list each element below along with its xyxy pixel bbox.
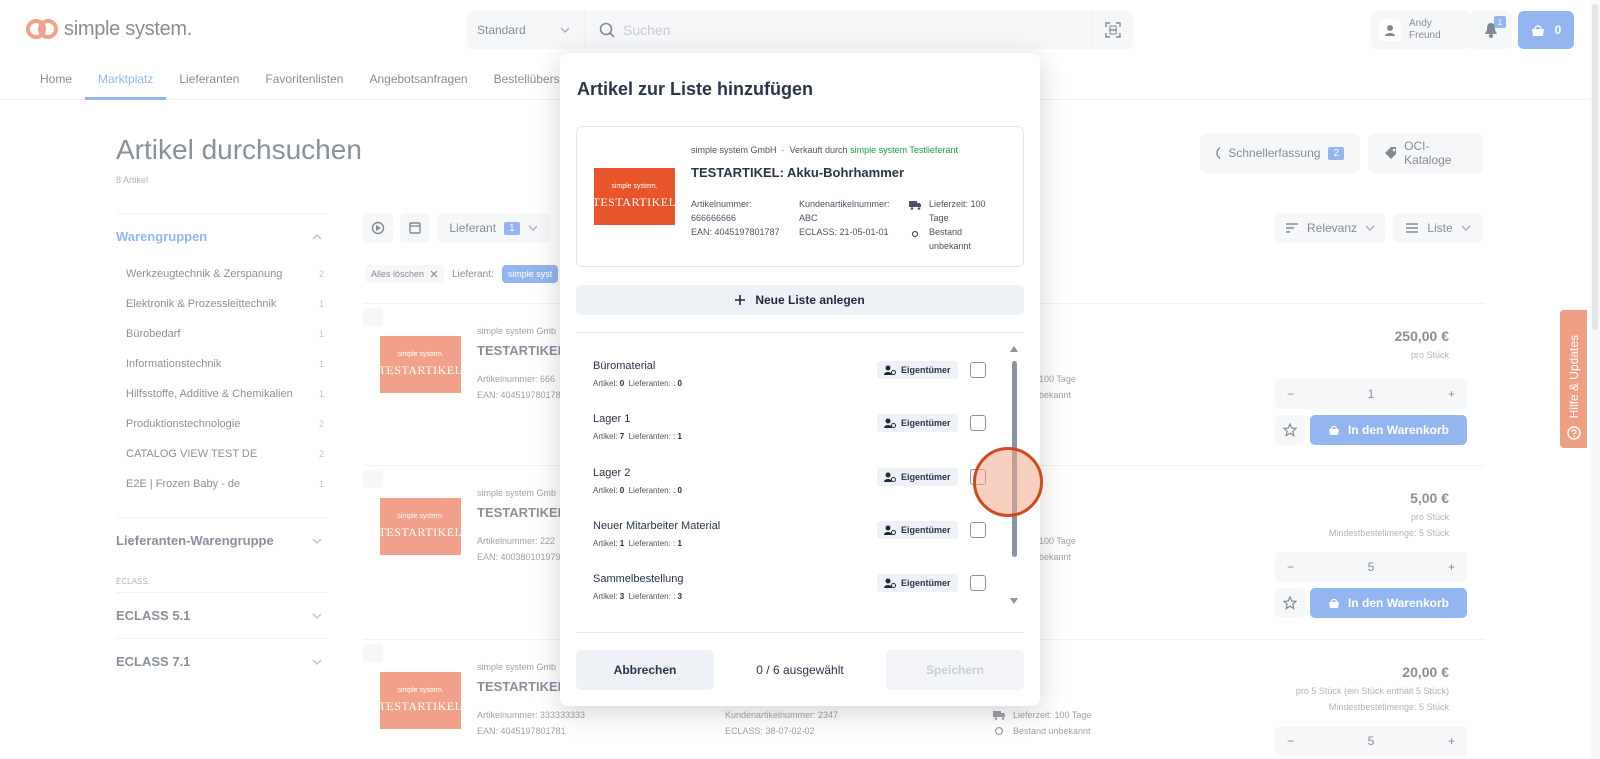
plus-icon: [735, 295, 746, 305]
owner-badge: Eigentümer: [877, 361, 958, 379]
add-to-list-dialog: Artikel zur Liste hinzufügen simple syst…: [560, 53, 1040, 706]
list-checkbox[interactable]: [970, 522, 986, 538]
owner-badge: Eigentümer: [877, 414, 958, 432]
owner-icon: [884, 418, 896, 428]
product-title: TESTARTIKEL: Akku-Bohrhammer: [691, 165, 905, 180]
list-item[interactable]: Lager 2 Artikel: 0 Lieferanten: : 0 Eige…: [576, 452, 1006, 505]
truck-icon: [909, 201, 921, 210]
owner-icon: [884, 365, 896, 375]
owner-icon: [884, 525, 896, 535]
dialog-title: Artikel zur Liste hinzufügen: [577, 79, 814, 99]
list-checkbox[interactable]: [970, 575, 986, 591]
list-options: Büromaterial Artikel: 0 Lieferanten: : 0…: [576, 333, 1006, 613]
owner-badge: Eigentümer: [877, 574, 958, 592]
list-item[interactable]: Sammelbestellung Artikel: 3 Lieferanten:…: [576, 558, 1006, 611]
stock-status-icon: [911, 230, 919, 238]
click-indicator: [973, 447, 1043, 517]
owner-icon: [884, 578, 896, 588]
list-item[interactable]: Neuer Mitarbeiter Material Artikel: 1 Li…: [576, 505, 1006, 558]
cancel-button[interactable]: Abbrechen: [576, 650, 714, 690]
owner-badge: Eigentümer: [877, 521, 958, 539]
owner-badge: Eigentümer: [877, 468, 958, 486]
product-image: simple system. TESTARTIKEL: [593, 168, 676, 225]
list-checkbox[interactable]: [970, 362, 986, 378]
seller-link[interactable]: simple system Testlieferant: [850, 145, 958, 155]
new-list-button[interactable]: Neue Liste anlegen: [576, 285, 1024, 315]
scroll-down-icon[interactable]: [1009, 597, 1019, 605]
scroll-up-icon[interactable]: [1009, 345, 1019, 353]
list-item[interactable]: Lager 1 Artikel: 7 Lieferanten: : 1 Eige…: [576, 398, 1006, 451]
list-checkbox[interactable]: [970, 415, 986, 431]
selection-count: 0 / 6 ausgewählt: [756, 663, 844, 677]
save-button[interactable]: Speichern: [886, 650, 1024, 690]
list-item[interactable]: Büromaterial Artikel: 0 Lieferanten: : 0…: [576, 345, 1006, 398]
divider: [576, 632, 1024, 633]
product-vendor: simple system GmbH · Verkauft durch simp…: [691, 145, 958, 155]
owner-icon: [884, 472, 896, 482]
dialog-product-card: simple system. TESTARTIKEL simple system …: [576, 126, 1024, 267]
